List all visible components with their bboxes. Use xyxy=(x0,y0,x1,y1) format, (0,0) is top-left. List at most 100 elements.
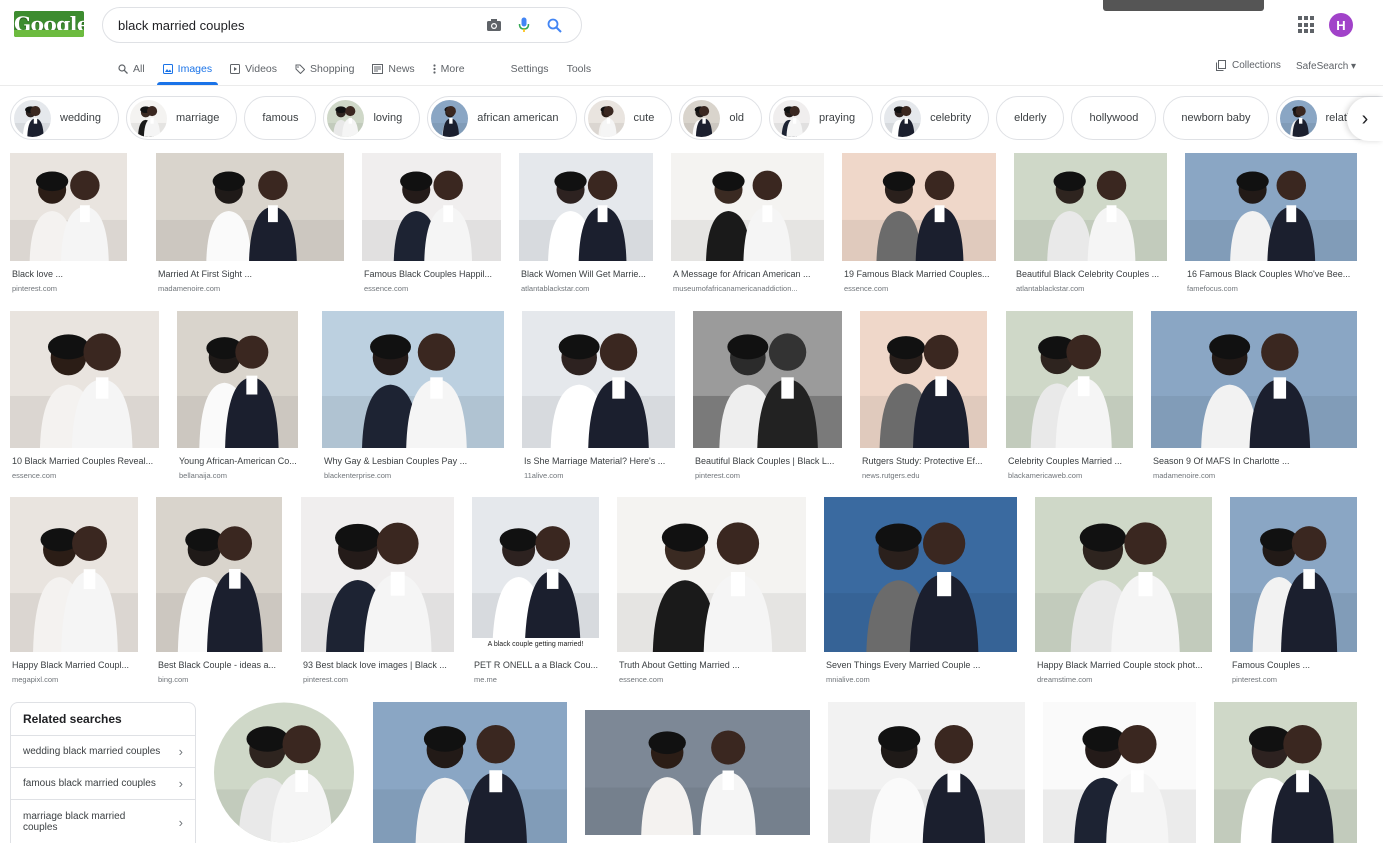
result-title[interactable]: Happy Black Married Couple stock phot... xyxy=(1037,660,1212,670)
image-result[interactable]: Rutgers Study: Protective Ef... news.rutg… xyxy=(860,311,987,486)
result-thumbnail[interactable]: A black couple getting married! xyxy=(472,497,599,652)
tab-all[interactable]: All xyxy=(118,54,145,84)
result-title[interactable]: 19 Famous Black Married Couples... xyxy=(844,269,996,279)
result-title[interactable]: Beautiful Black Couples | Black L... xyxy=(695,456,842,466)
result-thumbnail[interactable] xyxy=(1035,497,1212,652)
apps-grid-icon[interactable] xyxy=(1298,16,1316,34)
chips-next-button[interactable]: › xyxy=(1347,97,1383,141)
result-thumbnail[interactable] xyxy=(860,311,987,448)
chip-loving[interactable]: loving xyxy=(323,96,421,140)
image-result[interactable] xyxy=(828,702,1025,843)
image-result[interactable]: Young African-American Co... bellanaija.c… xyxy=(177,311,298,486)
result-thumbnail[interactable] xyxy=(10,497,138,652)
google-logo[interactable]: Google xyxy=(14,11,84,37)
tab-images[interactable]: Images xyxy=(156,54,219,85)
image-result[interactable]: Famous Black Couples Happil... essence.co… xyxy=(362,153,501,299)
result-title[interactable]: 10 Black Married Couples Reveal... xyxy=(12,456,159,466)
result-thumbnail[interactable] xyxy=(519,153,653,261)
result-title[interactable]: Why Gay & Lesbian Couples Pay ... xyxy=(324,456,504,466)
result-title[interactable]: Happy Black Married Coupl... xyxy=(12,660,138,670)
image-result[interactable]: Seven Things Every Married Couple ... mni… xyxy=(824,497,1017,690)
image-result[interactable]: 16 Famous Black Couples Who've Bee... fam… xyxy=(1185,153,1357,299)
result-thumbnail[interactable] xyxy=(842,153,996,261)
image-result[interactable]: Beautiful Black Celebrity Couples ... atl… xyxy=(1014,153,1167,299)
image-result[interactable]: A Message for African American ... museum… xyxy=(671,153,824,299)
camera-icon[interactable] xyxy=(479,10,509,40)
image-result[interactable]: Black love ... pinterest.com xyxy=(10,153,127,299)
result-title[interactable]: Famous Couples ... xyxy=(1232,660,1357,670)
result-thumbnail[interactable] xyxy=(362,153,501,261)
result-thumbnail[interactable] xyxy=(1006,311,1133,448)
related-search-item[interactable]: wedding black married couples › xyxy=(11,735,195,767)
result-title[interactable]: Married At First Sight ... xyxy=(158,269,344,279)
chip-hollywood[interactable]: hollywood xyxy=(1071,96,1157,140)
result-thumbnail[interactable] xyxy=(177,311,298,448)
result-thumbnail[interactable] xyxy=(1043,702,1196,843)
image-result[interactable]: Happy Black Married Couple stock phot...… xyxy=(1035,497,1212,690)
result-thumbnail[interactable] xyxy=(671,153,824,261)
result-title[interactable]: Season 9 Of MAFS In Charlotte ... xyxy=(1153,456,1357,466)
chip-old[interactable]: old xyxy=(679,96,763,140)
image-result[interactable]: Best Black Couple - ideas a... bing.com xyxy=(156,497,282,690)
result-thumbnail[interactable] xyxy=(10,311,159,448)
result-thumbnail[interactable] xyxy=(1151,311,1357,448)
microphone-icon[interactable] xyxy=(509,10,539,40)
image-result[interactable]: 10 Black Married Couples Reveal... essenc… xyxy=(10,311,159,486)
image-result[interactable]: Is She Marriage Material? Here's ... 11al… xyxy=(522,311,675,486)
chip-marriage[interactable]: marriage xyxy=(125,96,238,140)
image-result[interactable] xyxy=(1214,702,1357,843)
chip-celebrity[interactable]: celebrity xyxy=(880,96,990,140)
image-result[interactable] xyxy=(214,702,354,843)
tab-news[interactable]: News xyxy=(372,54,415,84)
image-result[interactable]: Why Gay & Lesbian Couples Pay ... blacken… xyxy=(322,311,504,486)
chip-african-american[interactable]: african american xyxy=(427,96,577,140)
image-result[interactable]: 93 Best black love images | Black ... pin… xyxy=(301,497,454,690)
search-input[interactable] xyxy=(118,17,479,33)
result-thumbnail[interactable] xyxy=(828,702,1025,843)
result-title[interactable]: Black Women Will Get Marrie... xyxy=(521,269,653,279)
tab-tools[interactable]: Tools xyxy=(567,54,592,84)
safesearch-menu[interactable]: SafeSearch ▾ xyxy=(1296,61,1356,72)
related-search-item[interactable]: marriage black married couples › xyxy=(11,799,195,843)
image-result[interactable]: Celebrity Couples Married ... blackameric… xyxy=(1006,311,1133,486)
result-title[interactable]: Famous Black Couples Happil... xyxy=(364,269,501,279)
tab-more[interactable]: More xyxy=(433,54,465,84)
result-title[interactable]: Celebrity Couples Married ... xyxy=(1008,456,1133,466)
result-thumbnail[interactable] xyxy=(156,497,282,652)
image-result[interactable]: A black couple getting married! PET R ONE… xyxy=(472,497,599,690)
result-title[interactable]: 93 Best black love images | Black ... xyxy=(303,660,454,670)
image-result[interactable]: Season 9 Of MAFS In Charlotte ... madamen… xyxy=(1151,311,1357,486)
result-thumbnail[interactable] xyxy=(1230,497,1357,652)
chip-famous[interactable]: famous xyxy=(244,96,317,140)
result-title[interactable]: Best Black Couple - ideas a... xyxy=(158,660,282,670)
chip-newborn-baby[interactable]: newborn baby xyxy=(1163,96,1269,140)
search-box[interactable] xyxy=(102,7,582,43)
tab-videos[interactable]: Videos xyxy=(230,54,277,84)
image-result[interactable]: Married At First Sight ... madamenoire.co… xyxy=(156,153,344,299)
result-thumbnail[interactable] xyxy=(214,702,354,843)
result-thumbnail[interactable] xyxy=(373,702,567,843)
result-title[interactable]: Is She Marriage Material? Here's ... xyxy=(524,456,675,466)
account-avatar[interactable]: H xyxy=(1329,13,1353,37)
result-title[interactable]: Black love ... xyxy=(12,269,127,279)
image-result[interactable] xyxy=(585,710,810,835)
image-result[interactable]: Famous Couples ... pinterest.com xyxy=(1230,497,1357,690)
image-result[interactable] xyxy=(1043,702,1196,843)
image-result[interactable]: 19 Famous Black Married Couples... essenc… xyxy=(842,153,996,299)
image-result[interactable]: Happy Black Married Coupl... megapixl.com xyxy=(10,497,138,690)
result-title[interactable]: Young African-American Co... xyxy=(179,456,298,466)
result-thumbnail[interactable] xyxy=(1014,153,1167,261)
result-thumbnail[interactable] xyxy=(522,311,675,448)
result-thumbnail[interactable] xyxy=(322,311,504,448)
result-thumbnail[interactable] xyxy=(1214,702,1357,843)
result-thumbnail[interactable] xyxy=(156,153,344,261)
result-thumbnail[interactable] xyxy=(1185,153,1357,261)
result-thumbnail[interactable] xyxy=(10,153,127,261)
result-thumbnail[interactable] xyxy=(301,497,454,652)
related-search-item[interactable]: famous black married couples › xyxy=(11,767,195,799)
chip-wedding[interactable]: wedding xyxy=(10,96,119,140)
result-title[interactable]: Beautiful Black Celebrity Couples ... xyxy=(1016,269,1167,279)
result-title[interactable]: Seven Things Every Married Couple ... xyxy=(826,660,1017,670)
image-result[interactable]: Truth About Getting Married ... essence.c… xyxy=(617,497,806,690)
result-thumbnail[interactable] xyxy=(693,311,842,448)
